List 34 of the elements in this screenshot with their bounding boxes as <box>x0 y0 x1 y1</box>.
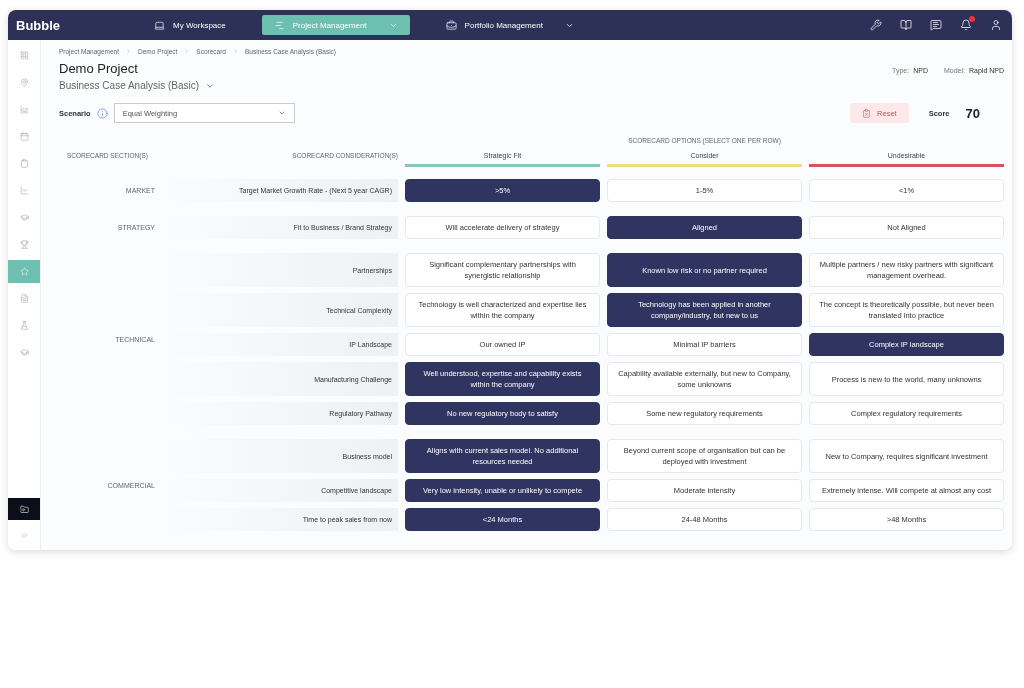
line-chart-icon <box>19 186 29 195</box>
score-value: 70 <box>965 105 980 121</box>
cap-icon <box>19 348 29 357</box>
page-title: Demo Project <box>59 61 138 76</box>
nav-tab[interactable]: Portfolio Management <box>433 15 586 35</box>
cap-icon <box>19 213 29 222</box>
nav-tab[interactable]: My Workspace <box>142 15 238 35</box>
pin-icon <box>19 78 29 87</box>
notification-icon[interactable] <box>960 19 972 31</box>
subtitle: Business Case Analysis (Basic) <box>59 80 200 91</box>
user-icon[interactable] <box>990 19 1002 31</box>
briefcase-icon <box>445 19 457 31</box>
document-icon <box>19 294 29 303</box>
laptop-icon <box>154 19 165 31</box>
trophy-icon <box>19 240 29 249</box>
caret-icon <box>277 109 286 117</box>
folder-icon <box>19 504 29 514</box>
chevron-icon <box>232 48 239 55</box>
sidebar-item[interactable] <box>8 260 40 283</box>
book-icon[interactable] <box>900 19 912 31</box>
info-icon[interactable] <box>96 107 108 119</box>
chevron-icon <box>125 48 132 55</box>
logo: Bubble <box>16 17 62 33</box>
area-chart-icon <box>19 105 29 114</box>
clipboard-icon <box>19 159 29 168</box>
calendar-icon <box>19 132 29 141</box>
grid-icon <box>19 51 29 60</box>
clipboard-icon <box>862 108 872 118</box>
help-icon[interactable] <box>930 19 942 31</box>
tools-icon[interactable] <box>870 19 882 31</box>
chevron-icon <box>183 48 191 55</box>
flask-icon <box>19 321 29 330</box>
star-icon <box>19 267 29 276</box>
folder-button[interactable] <box>8 498 40 520</box>
